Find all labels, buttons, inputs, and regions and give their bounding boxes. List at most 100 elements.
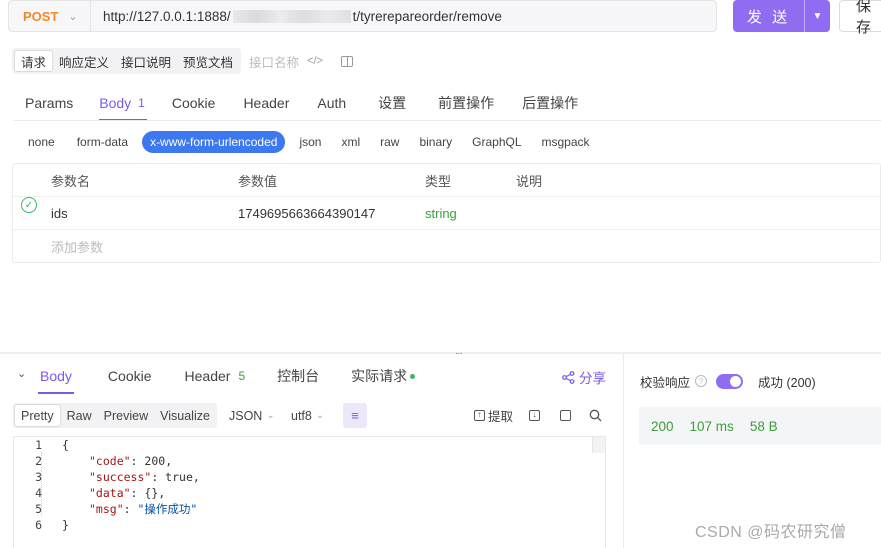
chevron-down-icon[interactable]: ▼ [804,0,830,32]
drag-handle-icon[interactable]: ··· [455,348,463,359]
wrap-icon: ≡ [351,408,359,423]
tab-pre-actions[interactable]: 前置操作 [438,85,494,121]
verify-toggle[interactable] [716,373,744,389]
copy-button[interactable] [560,405,571,425]
param-type-select[interactable]: string [425,197,457,230]
tab-body[interactable]: Body 1 [99,85,147,121]
tab-label: Cookie [171,95,216,111]
status-dot [410,373,416,379]
code-text: "code": 200, [89,454,173,468]
table-row: ✓ ids 1749695663664390147 string [13,197,880,230]
body-type-urlencoded[interactable]: x-www-form-urlencoded [142,131,286,153]
params-table: 参数名 参数值 类型 说明 ✓ ids 1749695663664390147 … [12,163,881,263]
extract-label: 提取 [488,409,514,424]
tab-response-cookie[interactable]: Cookie [108,358,152,394]
body-type-json[interactable]: json [291,131,329,153]
chevron-down-icon: ⌄ [68,10,78,23]
tab-response-definition[interactable]: 响应定义 [53,50,115,72]
add-param-row[interactable]: 添加参数 [13,230,880,263]
tab-response-header[interactable]: Header 5 [185,358,246,394]
scrollbar[interactable] [592,437,605,453]
download-button[interactable]: ↓ [529,405,540,425]
json-key: "success" [89,470,152,484]
view-visualize[interactable]: Visualize [154,404,216,427]
verify-label: 校验响应 [640,375,691,390]
share-label: 分享 [579,371,606,386]
body-type-xml[interactable]: xml [333,131,368,153]
body-type-none[interactable]: none [20,131,63,153]
body-type-selector: none form-data x-www-form-urlencoded jso… [20,131,598,153]
side-panel-icon[interactable] [340,55,353,67]
tab-label: 实际请求 [351,368,408,384]
code-text: "msg": "操作成功" [89,502,198,516]
code-line: 1 { [14,437,69,453]
chevron-down-icon: ⌄ [266,410,275,421]
body-type-raw[interactable]: raw [372,131,407,153]
format-select[interactable]: JSON ⌄ [229,403,275,428]
format-value: JSON [229,408,263,423]
doc-tabs: 请求 响应定义 接口说明 预览文档 [12,48,242,74]
chevron-down-icon[interactable]: ⌄ [17,367,26,380]
tab-auth[interactable]: Auth [317,85,346,121]
save-button[interactable]: 保 存 [839,0,881,36]
indent-guide [41,452,42,516]
view-raw[interactable]: Raw [61,404,98,427]
share-button[interactable]: 分享 [562,367,606,387]
wrap-lines-button[interactable]: ≡ [343,403,367,428]
body-type-graphql[interactable]: GraphQL [464,131,529,153]
tab-post-actions[interactable]: 后置操作 [522,85,578,121]
json-punct: , [192,470,200,484]
tab-label: Body [40,368,72,384]
code-line: 6 } [14,517,69,533]
param-name-field[interactable]: ids [51,197,68,230]
url-bar[interactable]: POST ⌄ http://127.0.0.1:1888/ t/tyrerepa… [8,0,717,32]
api-name-input[interactable]: 接口名称 [249,52,299,71]
tab-cookie[interactable]: Cookie [172,85,216,121]
url-input[interactable]: http://127.0.0.1:1888/ t/tyrerepareorder… [91,9,502,24]
tab-request[interactable]: 请求 [14,50,54,72]
redacted-segment [232,9,351,23]
view-preview[interactable]: Preview [98,404,154,427]
tab-response-body[interactable]: Body [38,358,74,394]
json-key: "code" [89,454,131,468]
tab-settings[interactable]: 设置 [378,85,406,121]
tab-label: 前置操作 [438,95,495,111]
column-header: 参数名 [51,174,91,189]
line-number: 6 [35,518,42,532]
view-pretty[interactable]: Pretty [14,404,61,427]
body-type-form-data[interactable]: form-data [69,131,136,153]
tab-header[interactable]: Header [243,85,289,121]
json-value: 200 [144,454,166,468]
method-select[interactable]: POST ⌄ [9,1,91,31]
help-icon[interactable]: ? [695,375,708,387]
code-line: 5 "msg": "操作成功" [14,501,197,517]
code-icon[interactable]: </> [307,55,323,67]
code-line: 2 "code": 200, [14,453,172,469]
view-mode-tabs: Pretty Raw Preview Visualize [13,403,217,428]
response-code-view[interactable]: 1 { 2 "code": 200, 3 "success": true, 4 … [13,436,606,548]
verify-result: 成功 (200) [758,375,816,390]
line-number: 2 [35,454,42,468]
send-button[interactable]: 发 送 ▼ [733,0,830,32]
method-label: POST [23,8,59,24]
tab-params[interactable]: Params [25,85,73,121]
extract-button[interactable]: ↑ 提取 [474,405,513,425]
panel-splitter[interactable] [0,352,881,354]
tab-label: 控制台 [277,368,320,384]
body-type-msgpack[interactable]: msgpack [534,131,598,153]
api-name-area: 接口名称 </> [249,48,353,74]
tab-console[interactable]: 控制台 [277,358,319,394]
tab-actual-request[interactable]: 实际请求 [351,358,416,394]
tab-label: Header [184,368,231,384]
body-type-binary[interactable]: binary [411,131,460,153]
json-key: "data" [89,486,131,500]
code-text: "data": {}, [89,486,166,500]
tab-api-description[interactable]: 接口说明 [115,50,177,72]
tab-label: Params [25,95,74,111]
param-value-field[interactable]: 1749695663664390147 [238,197,375,230]
search-button[interactable] [589,405,602,425]
tab-preview-doc[interactable]: 预览文档 [177,50,239,72]
encoding-select[interactable]: utf8 ⌄ [291,403,324,428]
code-text: { [62,438,69,452]
add-param-placeholder[interactable]: 添加参数 [51,230,103,263]
